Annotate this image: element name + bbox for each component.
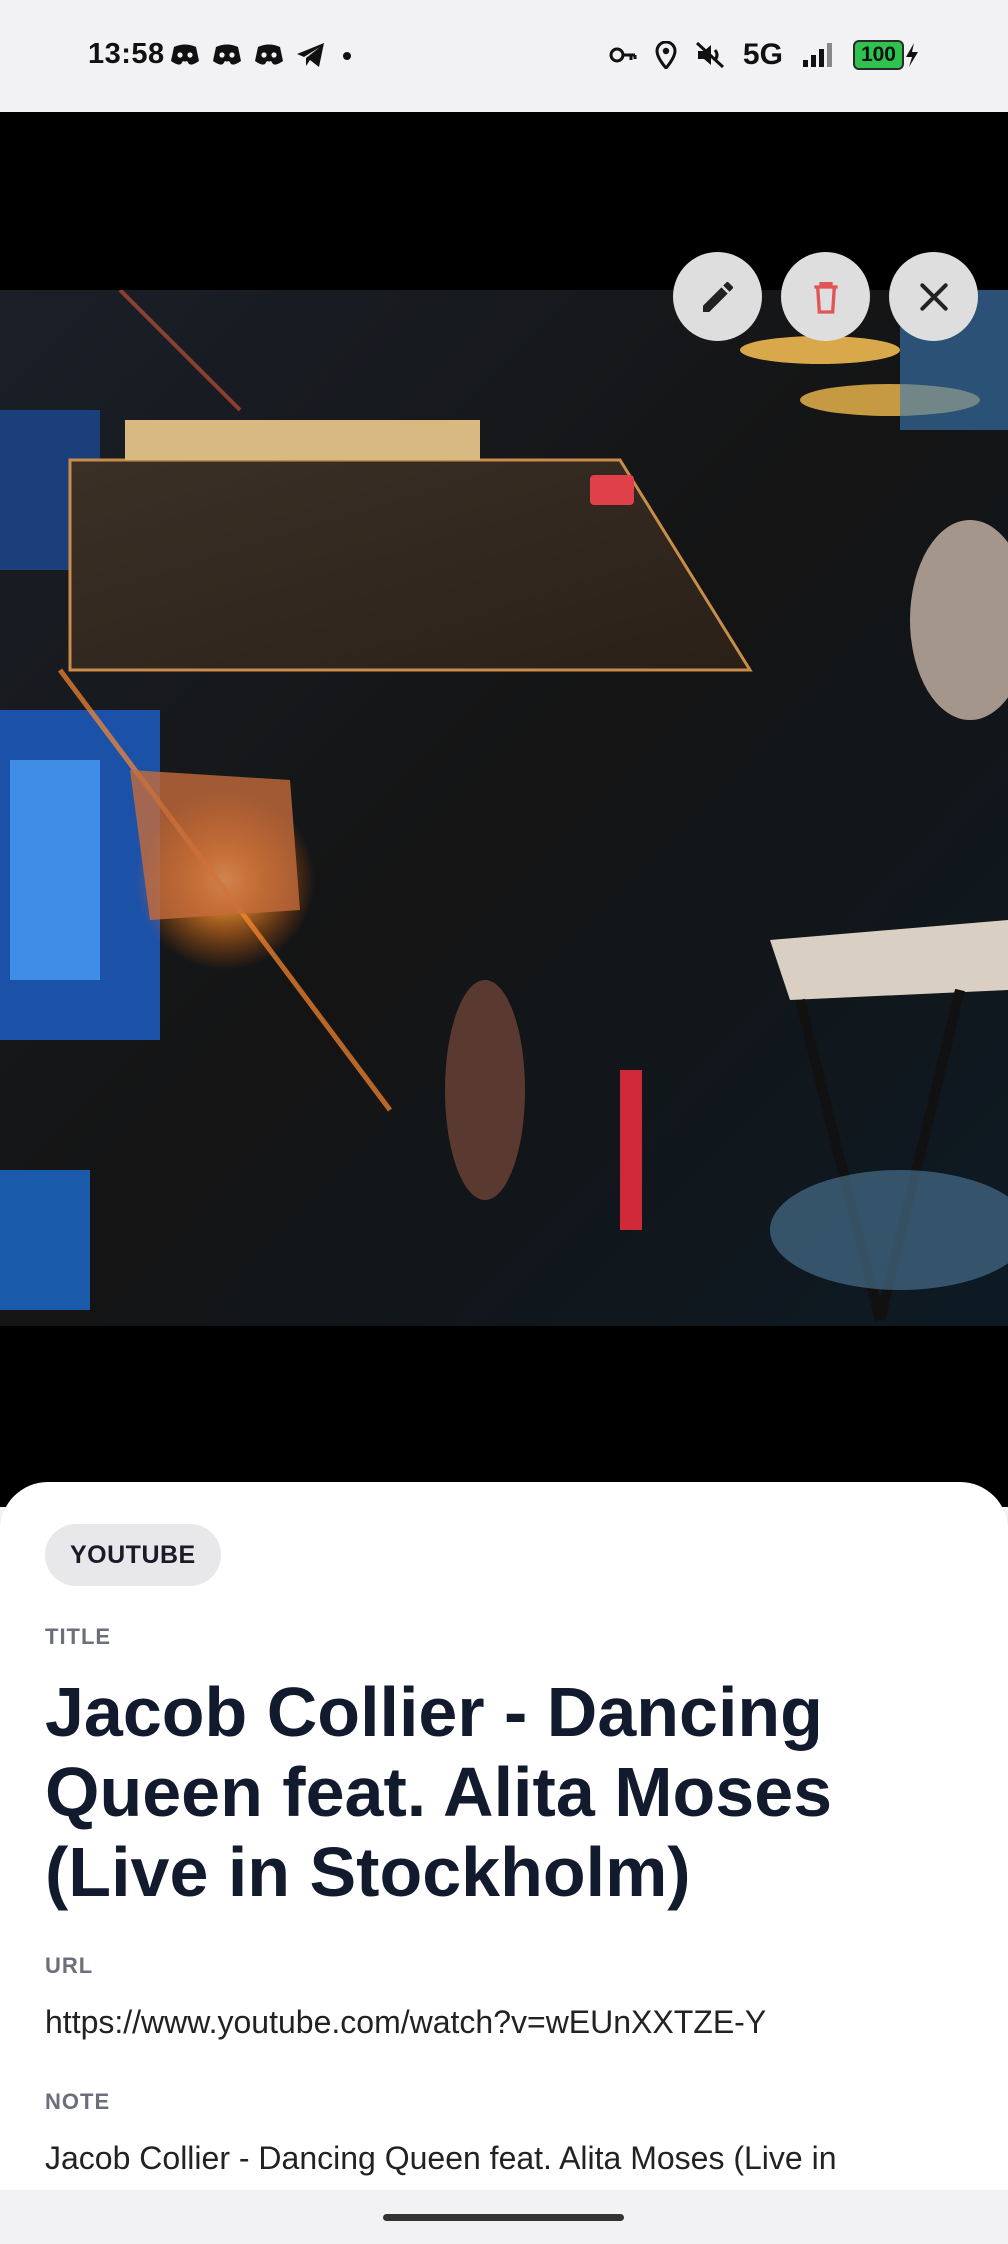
url-link[interactable]: https://www.youtube.com/watch?v=wEUnXXTZ… — [45, 2004, 766, 2041]
concert-stage-photo — [0, 290, 1008, 1326]
network-type: 5G — [742, 38, 783, 71]
battery-indicator: 100 — [852, 40, 920, 70]
home-gesture-handle[interactable] — [383, 2214, 624, 2221]
discord-icon — [255, 44, 283, 65]
close-icon — [919, 282, 948, 311]
delete-button[interactable] — [781, 252, 870, 341]
discord-icon — [213, 44, 241, 65]
signal-icon — [802, 43, 832, 67]
notification-icons — [170, 42, 356, 68]
edit-button[interactable] — [673, 252, 762, 341]
status-bar: 13:58 5G 100 — [0, 0, 1008, 112]
close-button[interactable] — [889, 252, 978, 341]
telegram-icon — [297, 43, 324, 67]
navigation-bar — [0, 2190, 1008, 2244]
status-time: 13:58 — [88, 38, 165, 70]
title-label: TITLE — [45, 1624, 112, 1649]
item-title: Jacob Collier - Dancing Queen feat. Alit… — [45, 1673, 833, 1911]
note-label: NOTE — [45, 2089, 111, 2114]
system-status-icons: 5G 100 — [609, 38, 920, 72]
charging-icon — [906, 43, 918, 67]
source-badge: YOUTUBE — [45, 1524, 221, 1586]
media-viewer — [0, 112, 1008, 1507]
mute-icon — [695, 41, 724, 69]
url-label: URL — [45, 1953, 94, 1978]
trash-icon — [813, 281, 838, 314]
note-text: Jacob Collier - Dancing Queen feat. Alit… — [45, 2140, 837, 2176]
location-icon — [655, 41, 677, 69]
vpn-key-icon — [609, 47, 637, 63]
discord-icon — [171, 44, 199, 65]
dot-icon — [343, 52, 351, 60]
battery-level: 100 — [852, 40, 904, 70]
pencil-icon — [702, 281, 733, 312]
details-sheet: YOUTUBE TITLE Jacob Collier - Dancing Qu… — [0, 1482, 1008, 2190]
media-actions — [673, 252, 978, 341]
